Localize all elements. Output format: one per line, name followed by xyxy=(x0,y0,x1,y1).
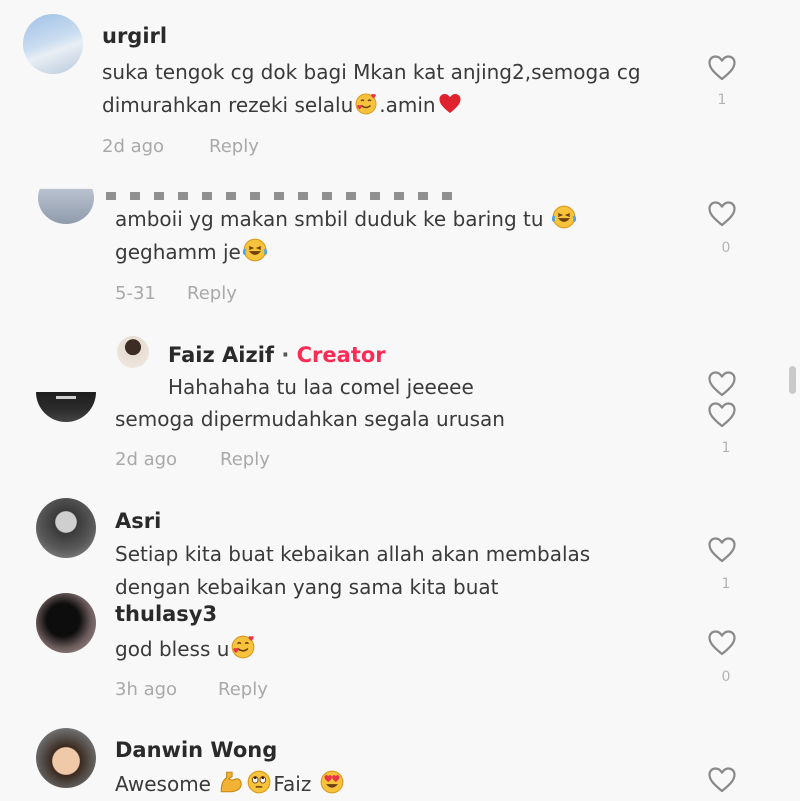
avatar[interactable] xyxy=(36,498,96,558)
comment-timestamp: 2d ago xyxy=(102,136,165,157)
comment-text-line: Setiap kita buat kebaikan allah akan mem… xyxy=(115,542,591,566)
comment-text: Setiap kita buat kebaikan allah akan mem… xyxy=(115,538,590,604)
comment-text: semoga dipermudahkan segala urusan xyxy=(115,407,505,431)
like-count: 0 xyxy=(721,240,731,256)
like-count: 1 xyxy=(717,92,727,108)
creator-badge: Creator xyxy=(296,343,386,367)
comment-username[interactable]: urgirl xyxy=(102,24,167,48)
avatar[interactable] xyxy=(117,336,149,368)
avatar[interactable] xyxy=(38,172,94,224)
heart-outline-icon[interactable] xyxy=(708,402,736,428)
like-count: 0 xyxy=(721,669,731,685)
reply-button[interactable]: Reply xyxy=(209,136,259,157)
like-count: 1 xyxy=(721,576,731,592)
reply-button[interactable]: Reply xyxy=(220,449,270,470)
comment-text-line: geghamm je xyxy=(115,236,578,269)
reply-button[interactable]: Reply xyxy=(218,679,268,700)
comment-text-segment: Awesome xyxy=(115,772,218,796)
heart-outline-icon[interactable] xyxy=(708,630,736,656)
comment-text-segment: amboii yg makan smbil duduk ke baring tu xyxy=(115,207,544,231)
avatar[interactable] xyxy=(36,593,96,653)
tears-of-joy-emoji-icon xyxy=(551,204,577,230)
smiling-face-with-hearts-emoji-icon xyxy=(230,634,256,660)
comment-username[interactable]: thulasy3 xyxy=(115,602,217,626)
reply-button[interactable]: Reply xyxy=(187,283,237,304)
heart-eyes-emoji-icon xyxy=(319,769,345,795)
comment-timestamp: 3h ago xyxy=(115,679,178,700)
comment-text-segment: Faiz xyxy=(273,772,318,796)
comment-timestamp: 2d ago xyxy=(115,449,178,470)
heart-outline-icon[interactable] xyxy=(708,201,736,227)
comment-text-line: suka tengok cg dok bagi Mkan kat anjing2… xyxy=(102,60,641,84)
smiling-face-with-hearts-emoji-icon xyxy=(354,92,378,116)
comment-username[interactable]: Danwin Wong xyxy=(115,738,277,762)
heart-outline-icon[interactable] xyxy=(708,767,736,793)
flexed-biceps-emoji-icon xyxy=(218,769,244,795)
comment-username-cutoff xyxy=(106,186,476,200)
comment-text-segment: geghamm je xyxy=(115,240,241,264)
tears-of-joy-emoji-icon xyxy=(242,237,268,263)
like-count: 1 xyxy=(721,440,731,456)
comment-username[interactable]: Asri xyxy=(115,509,161,533)
red-heart-emoji-icon xyxy=(437,92,463,116)
comment-text: suka tengok cg dok bagi Mkan kat anjing2… xyxy=(102,56,641,122)
heart-outline-icon[interactable] xyxy=(708,371,736,397)
comment-text-line: amboii yg makan smbil duduk ke baring tu xyxy=(115,203,578,236)
reply-text: Hahahaha tu laa comel jeeeee xyxy=(168,375,474,399)
reply-username[interactable]: Faiz Aizif · Creator xyxy=(168,343,386,367)
heart-outline-icon[interactable] xyxy=(708,537,736,563)
comment-timestamp: 5-31 xyxy=(115,283,156,304)
comment-text: god bless u xyxy=(115,633,257,666)
avatar[interactable] xyxy=(23,14,83,74)
comment-text-segment: dimurahkan rezeki selalu xyxy=(102,93,354,117)
comment-text-line: dengan kebaikan yang sama kita buat xyxy=(115,575,499,599)
avatar[interactable] xyxy=(36,392,96,422)
comment-text-segment: god bless u xyxy=(115,637,230,661)
eye-roll-emoji-icon xyxy=(246,769,272,795)
avatar[interactable] xyxy=(36,728,96,788)
scrollbar-thumb[interactable] xyxy=(789,366,796,394)
comment-text: amboii yg makan smbil duduk ke baring tu… xyxy=(115,203,578,269)
heart-outline-icon[interactable] xyxy=(708,55,736,81)
comment-text-segment: .amin xyxy=(379,93,436,117)
comment-text-line: dimurahkan rezeki selalu .amin xyxy=(102,89,641,122)
separator-dot: · xyxy=(281,343,290,367)
comment-text: Awesome Faiz xyxy=(115,768,346,801)
reply-username-text[interactable]: Faiz Aizif xyxy=(168,343,274,367)
